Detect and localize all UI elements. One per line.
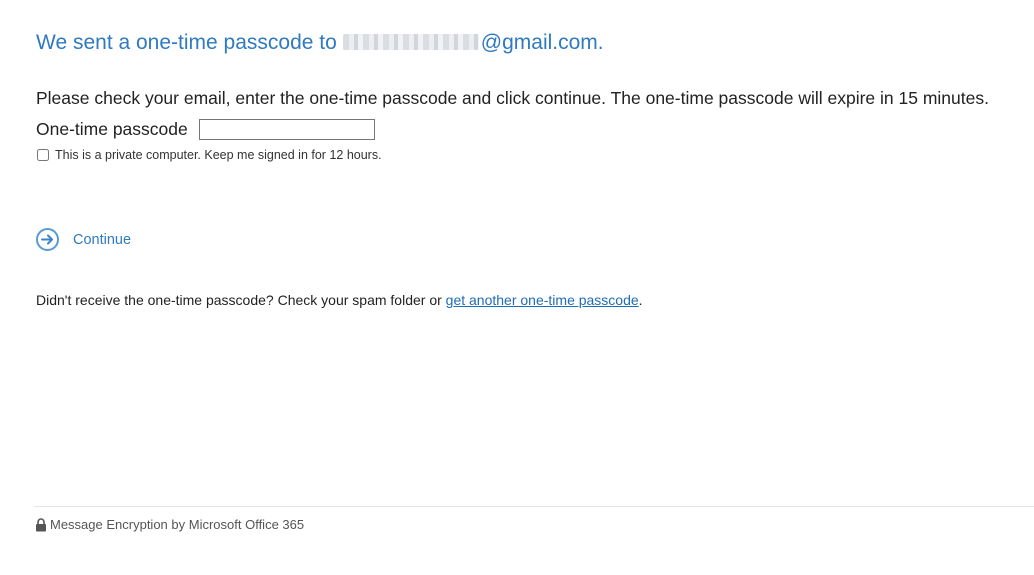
- footer-text: Message Encryption by Microsoft Office 3…: [50, 517, 305, 532]
- footer: Message Encryption by Microsoft Office 3…: [35, 517, 304, 532]
- resend-suffix: .: [638, 292, 643, 308]
- heading-email-domain: @gmail.com.: [480, 31, 604, 54]
- footer-divider: [34, 506, 1034, 507]
- remember-row: This is a private computer. Keep me sign…: [36, 148, 382, 162]
- page-heading: We sent a one-time passcode to @gmail.com…: [36, 31, 604, 55]
- instructions-text: Please check your email, enter the one-t…: [36, 88, 989, 108]
- continue-button[interactable]: Continue: [36, 228, 131, 251]
- remember-checkbox[interactable]: [37, 149, 49, 161]
- arrow-right-circle-icon: [36, 228, 59, 251]
- resend-message: Didn't receive the one-time passcode? Ch…: [36, 292, 446, 308]
- heading-prefix: We sent a one-time passcode to: [36, 31, 337, 54]
- resend-text: Didn't receive the one-time passcode? Ch…: [36, 292, 643, 308]
- resend-passcode-link[interactable]: get another one-time passcode: [446, 292, 639, 308]
- passcode-label: One-time passcode: [36, 119, 188, 139]
- remember-label: This is a private computer. Keep me sign…: [55, 148, 382, 162]
- lock-icon: [36, 517, 46, 531]
- passcode-row: One-time passcode: [36, 119, 375, 140]
- redacted-email-username: [342, 34, 479, 50]
- continue-label: Continue: [73, 231, 132, 248]
- passcode-input[interactable]: [198, 119, 375, 140]
